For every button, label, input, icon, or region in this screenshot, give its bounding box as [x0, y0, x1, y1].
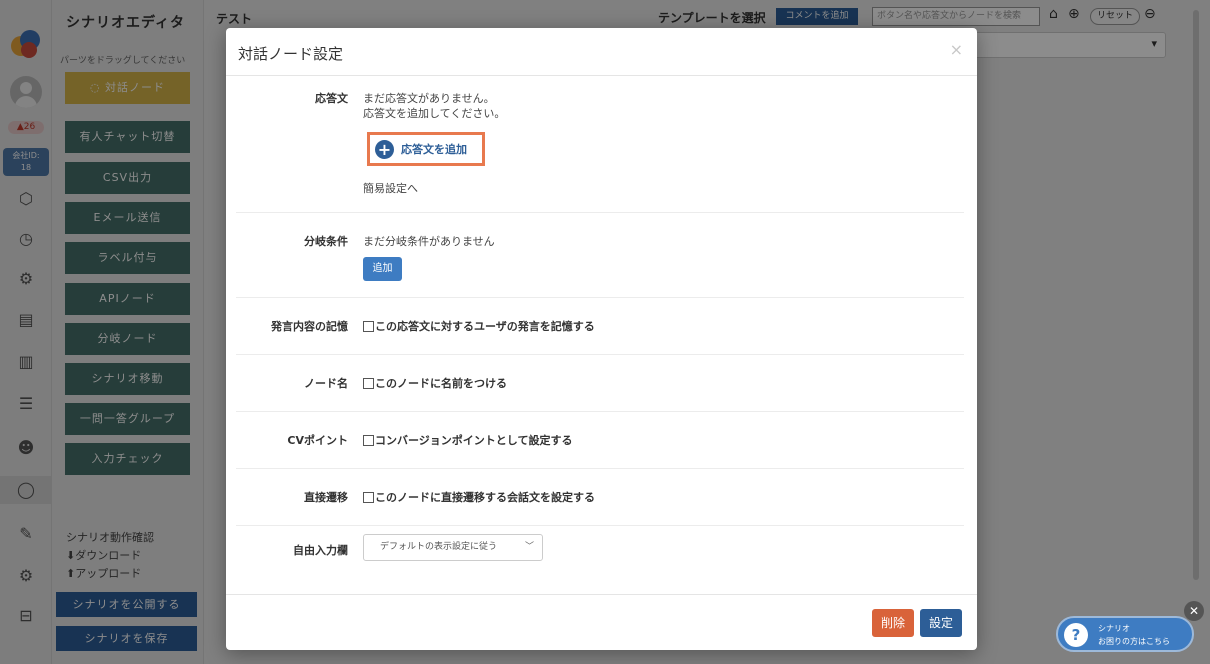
branch-empty: まだ分岐条件がありません	[363, 235, 495, 248]
plus-circle-icon: +	[375, 139, 394, 159]
modal-body: 応答文 まだ応答文がありません。 応答文を追加してください。 + 応答文を追加 …	[226, 76, 977, 594]
simple-settings-link[interactable]: 簡易設定へ	[363, 180, 418, 196]
modal-title: 対話ノード設定	[238, 45, 344, 63]
node-name-row: ノード名 このノードに名前をつける	[236, 355, 964, 412]
cv-point-checkbox-label: コンバージョンポイントとして設定する	[375, 434, 573, 447]
response-empty-2: 応答文を追加してください。	[363, 107, 506, 120]
response-label: 応答文	[315, 92, 348, 105]
node-name-label: ノード名	[304, 377, 348, 390]
modal-header: 対話ノード設定 ×	[226, 28, 977, 76]
response-empty-1: まだ応答文がありません。	[363, 92, 495, 105]
memory-checkbox-label: この応答文に対するユーザの発言を記憶する	[375, 320, 595, 333]
help-line-2: お困りの方はこちら	[1098, 637, 1170, 646]
submit-button[interactable]: 設定	[920, 609, 962, 637]
free-input-selected: デフォルトの表示設定に従う	[380, 542, 498, 552]
help-close-icon[interactable]: ✕	[1184, 601, 1204, 621]
help-widget[interactable]: ? シナリオ お困りの方はこちら	[1056, 616, 1194, 652]
node-name-checkbox-box[interactable]	[363, 377, 374, 389]
add-response-button[interactable]: + 応答文を追加	[367, 132, 485, 166]
direct-transition-checkbox[interactable]: このノードに直接遷移する会話文を設定する	[363, 489, 595, 505]
question-icon: ?	[1064, 623, 1088, 647]
help-line-1: シナリオ	[1098, 624, 1130, 633]
delete-button[interactable]: 削除	[872, 609, 914, 637]
cv-point-row: CVポイント コンバージョンポイントとして設定する	[236, 412, 964, 469]
free-input-row: 自由入力欄 デフォルトの表示設定に従う ﹀	[236, 526, 964, 586]
free-input-select[interactable]: デフォルトの表示設定に従う ﹀	[363, 534, 543, 561]
cv-point-label: CVポイント	[287, 434, 348, 447]
cv-point-checkbox-box[interactable]	[363, 434, 374, 446]
memory-checkbox-box[interactable]	[363, 320, 374, 332]
response-row: 応答文 まだ応答文がありません。 応答文を追加してください。 + 応答文を追加 …	[236, 76, 964, 213]
node-name-checkbox-label: このノードに名前をつける	[375, 377, 507, 390]
cv-point-checkbox[interactable]: コンバージョンポイントとして設定する	[363, 432, 572, 448]
memory-row: 発言内容の記憶 この応答文に対するユーザの発言を記憶する	[236, 298, 964, 355]
add-response-label: 応答文を追加	[401, 143, 467, 156]
direct-transition-checkbox-label: このノードに直接遷移する会話文を設定する	[375, 491, 595, 504]
modal-footer: 削除 設定	[226, 594, 977, 650]
chevron-down-icon: ﹀	[524, 542, 534, 552]
direct-transition-row: 直接遷移 このノードに直接遷移する会話文を設定する	[236, 469, 964, 526]
dialog-node-settings-modal: 対話ノード設定 × 応答文 まだ応答文がありません。 応答文を追加してください。…	[226, 28, 977, 650]
node-name-checkbox[interactable]: このノードに名前をつける	[363, 375, 507, 391]
branch-row: 分岐条件 まだ分岐条件がありません 追加	[236, 213, 964, 298]
memory-label: 発言内容の記憶	[271, 320, 348, 333]
direct-transition-checkbox-box[interactable]	[363, 491, 374, 503]
memory-checkbox[interactable]: この応答文に対するユーザの発言を記憶する	[363, 318, 595, 334]
free-input-label: 自由入力欄	[293, 544, 348, 557]
direct-transition-label: 直接遷移	[304, 491, 348, 504]
close-icon[interactable]: ×	[950, 40, 963, 59]
branch-label: 分岐条件	[304, 235, 348, 248]
add-branch-button[interactable]: 追加	[363, 257, 402, 281]
